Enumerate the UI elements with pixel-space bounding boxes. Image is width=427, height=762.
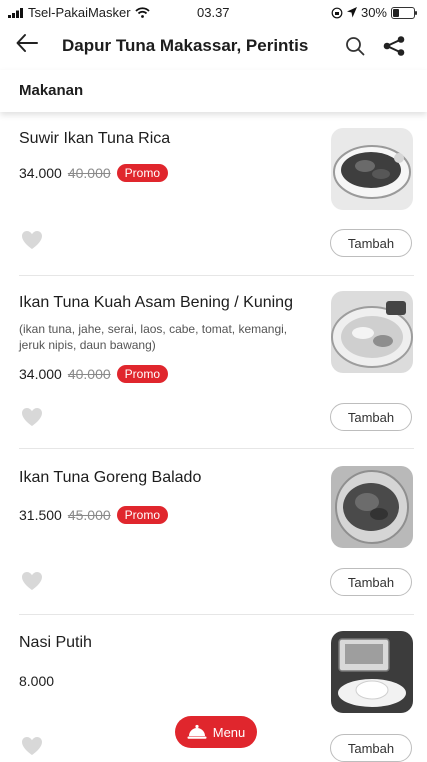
heart-icon bbox=[22, 572, 42, 590]
favorite-button[interactable] bbox=[21, 571, 43, 596]
item-price-row: 31.500 45.000 Promo bbox=[19, 506, 168, 524]
battery-level bbox=[393, 8, 399, 17]
add-button[interactable]: Tambah bbox=[330, 568, 412, 596]
favorite-button[interactable] bbox=[21, 736, 43, 761]
search-button[interactable] bbox=[345, 36, 365, 61]
clock: 03.37 bbox=[197, 5, 230, 20]
search-icon bbox=[346, 37, 365, 56]
category-label: Makanan bbox=[19, 82, 84, 99]
signal-icon bbox=[8, 7, 23, 18]
carrier-name: Tsel-PakaiMasker bbox=[28, 5, 131, 20]
item-price: 31.500 bbox=[19, 507, 62, 523]
menu-item: Suwir Ikan Tuna Rica 34.000 40.000 Promo… bbox=[0, 112, 427, 277]
item-price-row: 34.000 40.000 Promo bbox=[19, 365, 168, 383]
food-image bbox=[331, 631, 413, 713]
location-icon bbox=[346, 7, 357, 18]
item-name: Nasi Putih bbox=[19, 634, 92, 651]
heart-icon bbox=[22, 231, 42, 249]
item-divider bbox=[19, 448, 414, 449]
item-photo[interactable] bbox=[331, 631, 413, 713]
heart-icon bbox=[22, 408, 42, 426]
promo-badge: Promo bbox=[116, 506, 168, 524]
share-icon bbox=[383, 36, 405, 56]
add-button[interactable]: Tambah bbox=[330, 229, 412, 257]
battery-percent: 30% bbox=[360, 5, 387, 20]
favorite-button[interactable] bbox=[21, 230, 43, 255]
item-name: Ikan Tuna Kuah Asam Bening / Kuning bbox=[19, 294, 293, 311]
item-name: Ikan Tuna Goreng Balado bbox=[19, 469, 202, 486]
heart-icon bbox=[22, 737, 42, 755]
share-button[interactable] bbox=[383, 36, 405, 61]
arrow-left-icon bbox=[16, 34, 38, 52]
battery-icon bbox=[391, 6, 417, 19]
menu-button-label: Menu bbox=[212, 724, 246, 740]
add-button[interactable]: Tambah bbox=[330, 734, 412, 762]
status-left: Tsel-PakaiMasker bbox=[8, 5, 150, 20]
page-title: Dapur Tuna Makassar, Perintis bbox=[62, 36, 309, 55]
food-image bbox=[331, 128, 413, 210]
food-image bbox=[331, 291, 413, 373]
item-original-price: 40.000 bbox=[67, 366, 111, 382]
item-photo[interactable] bbox=[331, 128, 413, 210]
food-image bbox=[331, 466, 413, 548]
status-right: 30% bbox=[331, 5, 417, 20]
promo-badge: Promo bbox=[116, 365, 168, 383]
favorite-button[interactable] bbox=[21, 407, 43, 432]
back-button[interactable] bbox=[16, 32, 38, 60]
item-price: 34.000 bbox=[19, 366, 62, 382]
wifi-icon bbox=[134, 7, 150, 18]
app-header: Dapur Tuna Makassar, Perintis bbox=[0, 24, 427, 68]
rotation-lock-icon bbox=[331, 7, 343, 18]
item-original-price: 45.000 bbox=[67, 507, 111, 523]
status-bar: Tsel-PakaiMasker 03.37 30% bbox=[0, 0, 427, 24]
item-photo[interactable] bbox=[331, 291, 413, 373]
item-price: 8.000 bbox=[19, 673, 55, 689]
item-description: (ikan tuna, jahe, serai, laos, cabe, tom… bbox=[19, 322, 288, 352]
cloche-icon bbox=[187, 724, 207, 739]
item-original-price: 40.000 bbox=[67, 165, 111, 181]
add-button[interactable]: Tambah bbox=[330, 403, 412, 431]
category-header: Makanan bbox=[0, 70, 427, 112]
menu-item: Ikan Tuna Kuah Asam Bening / Kuning (ika… bbox=[0, 277, 427, 450]
item-price-row: 34.000 40.000 Promo bbox=[19, 164, 168, 182]
item-name: Suwir Ikan Tuna Rica bbox=[19, 130, 171, 147]
promo-badge: Promo bbox=[116, 164, 168, 182]
item-price: 34.000 bbox=[19, 165, 62, 181]
item-divider bbox=[19, 275, 414, 276]
item-price-row: 8.000 bbox=[19, 673, 54, 689]
menu-item: Ikan Tuna Goreng Balado 31.500 45.000 Pr… bbox=[0, 450, 427, 615]
menu-button[interactable]: Menu bbox=[175, 716, 257, 748]
item-photo[interactable] bbox=[331, 466, 413, 548]
